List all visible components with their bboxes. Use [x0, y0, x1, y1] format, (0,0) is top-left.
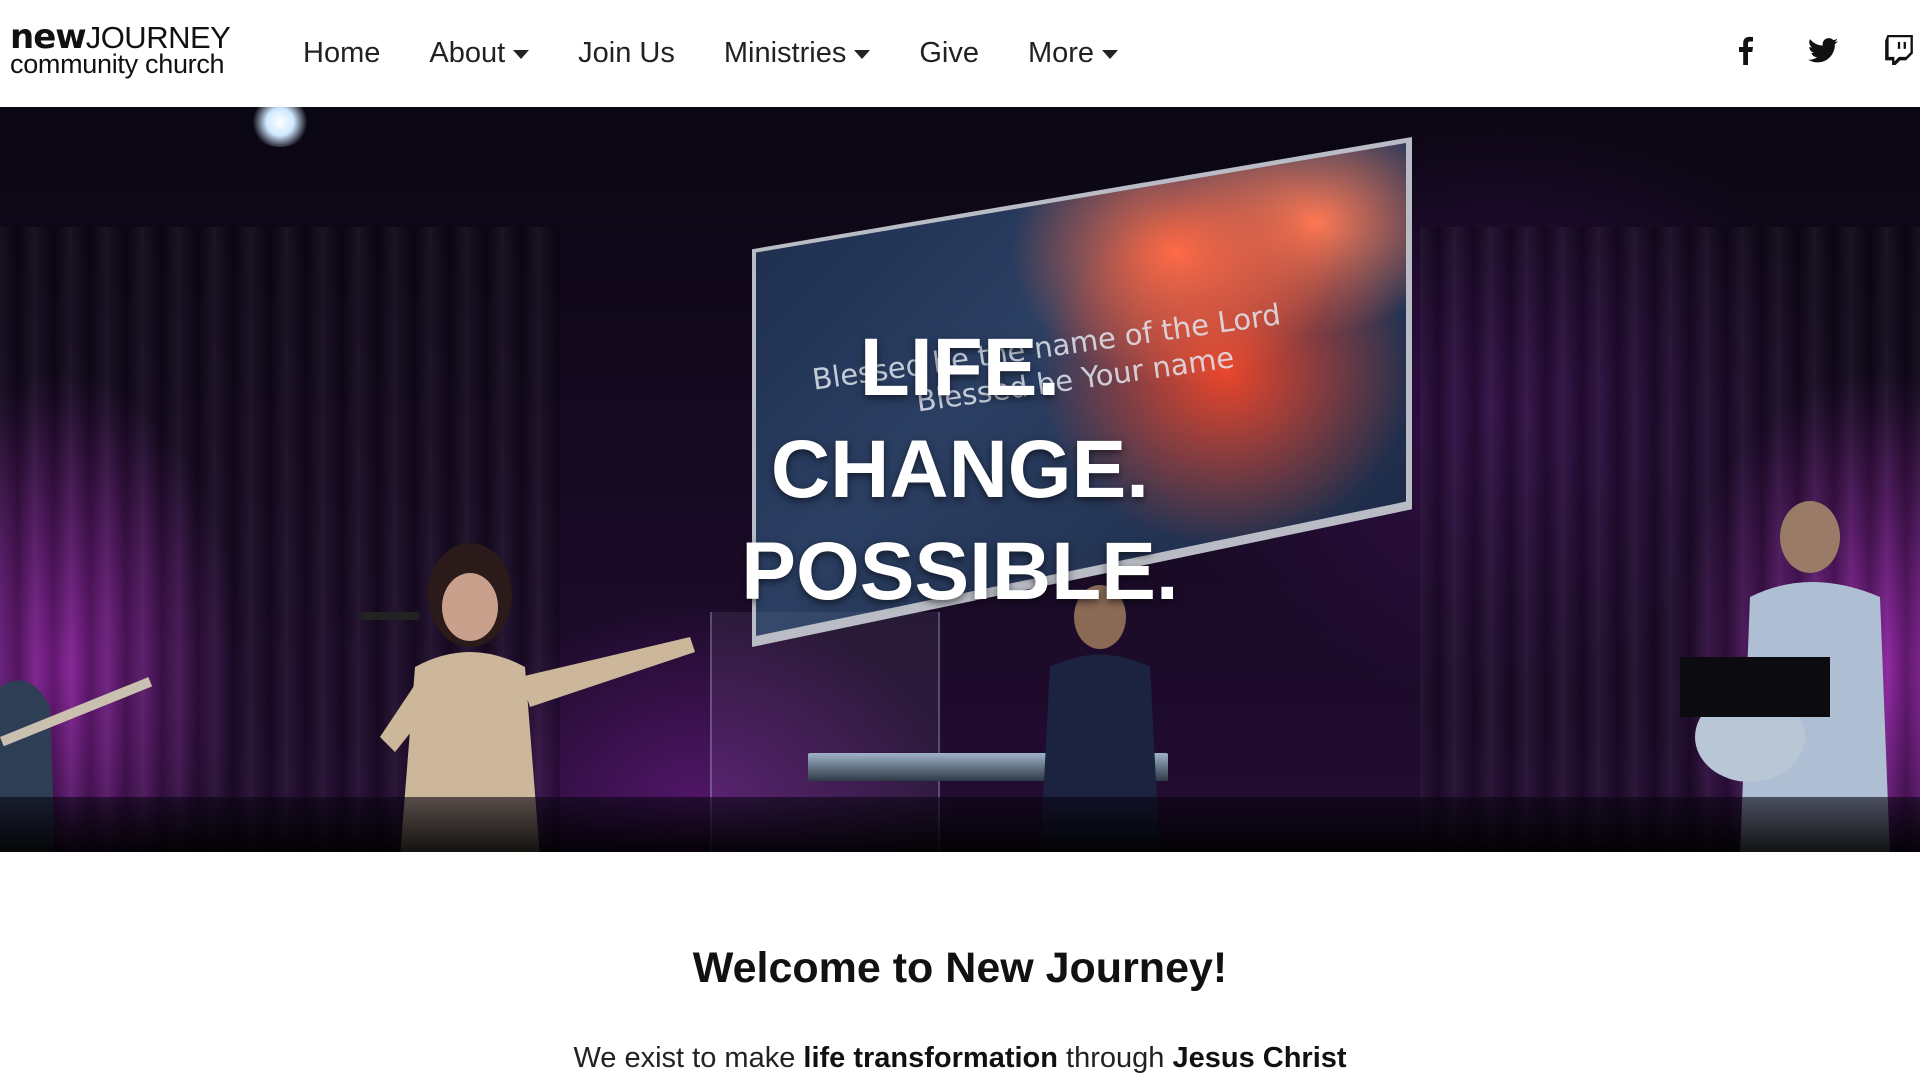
nav-home-label: Home	[303, 37, 381, 69]
nav-ministries-label: Ministries	[723, 37, 847, 69]
nav-home[interactable]: Home	[303, 37, 380, 70]
welcome-text: We exist to make life transformation thr…	[0, 1042, 1920, 1075]
nav-more[interactable]: More	[1027, 37, 1119, 70]
nav-give[interactable]: Give	[919, 37, 979, 70]
tagline-line-2: CHANGE.	[770, 424, 1150, 515]
stage-floor	[0, 797, 1920, 852]
twitter-icon[interactable]	[1803, 30, 1843, 70]
site-logo[interactable]: newJOURNEY community church	[10, 20, 250, 84]
welcome-title: Welcome to New Journey!	[692, 944, 1228, 992]
nav-about[interactable]: About	[429, 37, 530, 70]
welcome-text-part-1: We exist to make	[573, 1042, 804, 1074]
site-header: newJOURNEY community church Home About J…	[0, 0, 1920, 107]
hero-tagline: LIFE. CHANGE. POSSIBLE.	[0, 317, 1920, 623]
nav-more-label: More	[1027, 37, 1095, 69]
caret-down-icon	[1102, 50, 1119, 59]
tagline-line-3: POSSIBLE.	[741, 526, 1179, 617]
welcome-text-bold-2: Jesus Christ	[1172, 1042, 1347, 1074]
stage-spotlight	[250, 107, 310, 147]
twitch-icon[interactable]	[1884, 30, 1920, 70]
main-nav: Home About Join Us Ministries Give More	[303, 0, 1167, 107]
nav-join-us-label: Join Us	[578, 37, 675, 69]
caret-down-icon	[854, 50, 871, 59]
nav-join-us[interactable]: Join Us	[578, 37, 675, 70]
welcome-text-part-2: through	[1057, 1042, 1173, 1074]
welcome-text-bold-1: life transformation	[803, 1042, 1058, 1074]
facebook-icon[interactable]	[1728, 30, 1762, 70]
logo-subtitle: community church	[10, 49, 225, 79]
caret-down-icon	[513, 50, 530, 59]
nav-about-label: About	[429, 37, 506, 69]
tagline-line-1: LIFE.	[859, 322, 1061, 413]
nav-give-label: Give	[919, 37, 979, 69]
nav-ministries[interactable]: Ministries	[723, 37, 871, 70]
hero-banner: Blessed be the name of the Lord Blessed …	[0, 107, 1920, 852]
